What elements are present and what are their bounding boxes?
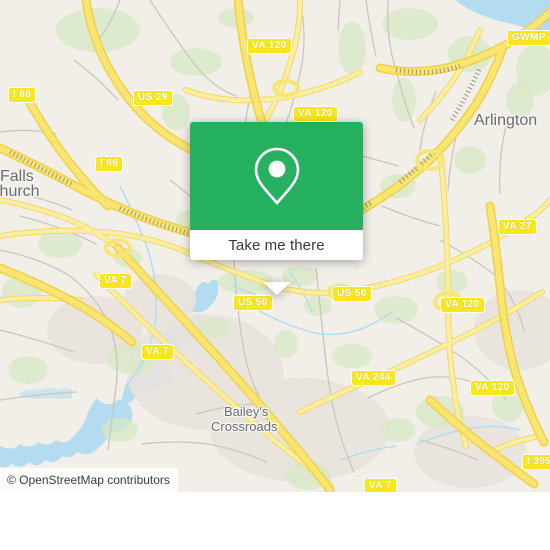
road-shield: VA 27 <box>498 219 537 235</box>
road-shield: I 66 <box>95 156 124 172</box>
road-shield: US 50 <box>233 295 273 311</box>
take-me-there-label: Take me there <box>228 236 325 254</box>
road-shield: VA 120 <box>470 380 515 396</box>
take-me-there-button[interactable]: Take me there <box>190 230 363 260</box>
road-shield: I 66 <box>8 87 37 103</box>
place-label-baileys-line2: Crossroads <box>211 419 278 434</box>
place-label-baileys-line1: Bailey's <box>224 404 269 419</box>
moovit-map-screen: .land{fill:#f2efe9;} .green{fill:#d7e8c4… <box>0 0 550 550</box>
road-shield: VA 7 <box>99 273 132 289</box>
road-shield: VA 7 <box>364 478 397 492</box>
road-shield: VA 120 <box>440 297 485 313</box>
road-shield: I 395 <box>522 454 550 470</box>
road-shield: US 29 <box>133 90 173 106</box>
popup-pointer-tail <box>262 282 291 295</box>
popup-icon-area <box>190 122 363 230</box>
destination-popup-card[interactable]: Take me there <box>190 122 363 295</box>
footer-bar: System Science Consultants, Washington /… <box>0 492 550 550</box>
map-canvas[interactable]: .land{fill:#f2efe9;} .green{fill:#d7e8c4… <box>0 0 550 492</box>
road-shield: VA 120 <box>247 38 292 54</box>
road-shield: VA 120 <box>293 106 338 122</box>
attribution-text: © OpenStreetMap contributors <box>7 473 170 487</box>
road-shield: US 50 <box>332 286 372 302</box>
road-shield: VA 244 <box>351 370 396 386</box>
road-shield: VA 7 <box>141 344 174 360</box>
place-label-church: Church <box>0 183 40 200</box>
road-shield: GWMP <box>507 30 550 46</box>
location-pin-icon <box>254 147 299 206</box>
place-label-arlington: Arlington <box>474 112 538 129</box>
map-attribution[interactable]: © OpenStreetMap contributors <box>0 468 178 492</box>
